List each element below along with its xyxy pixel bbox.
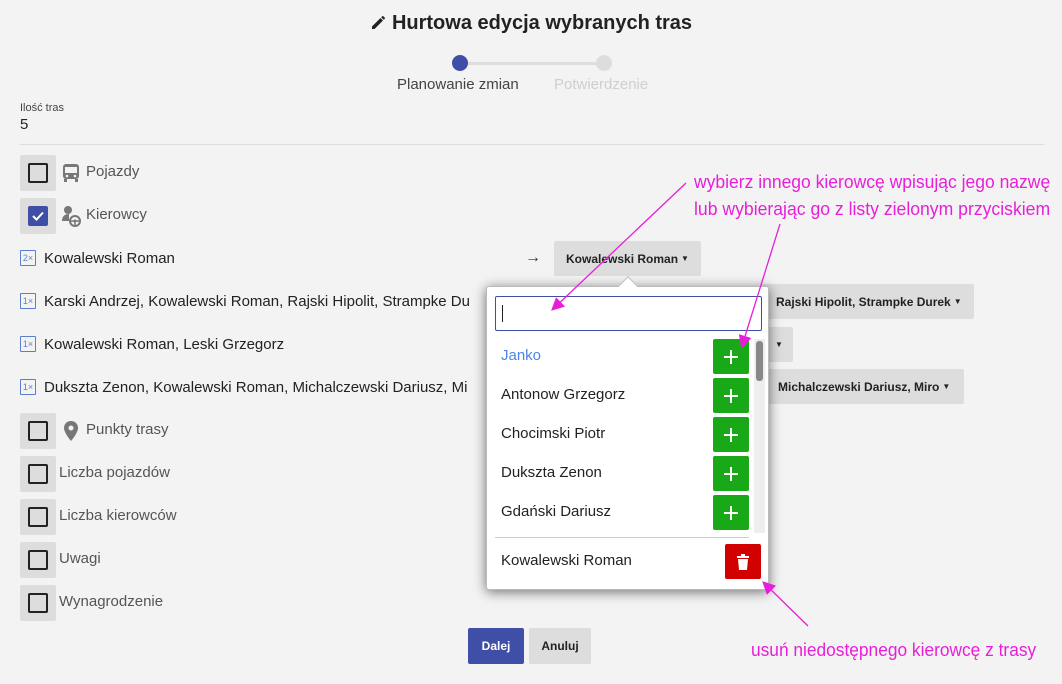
annotation-text: usuń niedostępnego kierowcę z trasy — [751, 640, 1037, 660]
checkbox-box — [28, 206, 48, 226]
driver-group-names: Dukszta Zenon, Kowalewski Roman, Michalc… — [44, 378, 468, 396]
drivers-checkbox[interactable] — [20, 198, 56, 234]
pencil-icon — [370, 13, 388, 37]
map-pin-icon — [60, 420, 82, 442]
dropdown-scrollbar[interactable] — [754, 339, 765, 533]
checkbox-box — [28, 507, 48, 527]
page-title-text: Hurtowa edycja wybranych tras — [391, 12, 693, 34]
vehicles-checkbox[interactable] — [20, 155, 56, 191]
driver-icon — [60, 205, 82, 227]
caret-down-icon: ▼ — [775, 340, 783, 349]
stepper: Planowanie zmian Potwierdzenie — [380, 52, 680, 102]
driver-group-names: Karski Andrzej, Kowalewski Roman, Rajski… — [44, 292, 470, 310]
annotation-arrow — [762, 581, 809, 627]
driver-search-input[interactable] — [495, 296, 762, 331]
driver-group-row: 1× Kowalewski Roman, Leski Grzegorz — [20, 331, 284, 357]
scrollbar-thumb[interactable] — [756, 341, 763, 381]
text-cursor — [502, 305, 503, 322]
driver-option[interactable]: Chocimski Piotr — [501, 425, 605, 442]
driver-option[interactable]: Janko — [501, 347, 541, 364]
driver-select-button[interactable]: Michalczewski Dariusz, Miro ▼ — [762, 369, 964, 404]
driver-option[interactable]: Gdański Dariusz — [501, 503, 611, 520]
bus-icon — [60, 162, 82, 184]
caret-down-icon: ▼ — [953, 297, 962, 306]
plus-icon — [724, 349, 738, 364]
count-badge: 1× — [20, 293, 36, 309]
annotation-text: wybierz innego kierowcę wpisując jego na… — [694, 172, 1051, 192]
drivers-label: Kierowcy — [86, 206, 147, 223]
count-badge: 1× — [20, 379, 36, 395]
add-driver-button[interactable] — [713, 456, 749, 491]
add-driver-button[interactable] — [713, 339, 749, 374]
route-count-value: 5 — [20, 116, 29, 133]
checkbox-box — [28, 593, 48, 613]
notes-label: Uwagi — [59, 550, 101, 567]
plus-icon — [724, 505, 738, 520]
arrow-icon: → — [525, 249, 541, 266]
pay-checkbox[interactable] — [20, 585, 56, 621]
driver-group-names: Kowalewski Roman, Leski Grzegorz — [44, 335, 285, 353]
step-1-label: Planowanie zmian — [397, 76, 519, 93]
check-icon — [32, 211, 44, 221]
checkbox-box — [28, 464, 48, 484]
driver-group-row: 1× Dukszta Zenon, Kowalewski Roman, Mich… — [20, 374, 467, 400]
plus-icon — [724, 427, 738, 442]
driver-select-button[interactable]: Rajski Hipolit, Strampke Durek ▼ — [762, 284, 974, 319]
add-driver-button[interactable] — [713, 378, 749, 413]
pay-label: Wynagrodzenie — [59, 593, 164, 610]
step-1-dot — [452, 55, 468, 71]
route-count-label: Ilość tras — [20, 102, 65, 114]
driver-option[interactable]: Dukszta Zenon — [501, 464, 602, 481]
next-button[interactable]: Dalej — [468, 628, 524, 664]
driver-select-label: Kowalewski Roman — [566, 251, 679, 266]
driver-group-row: 1× Karski Andrzej, Kowalewski Roman, Raj… — [20, 288, 470, 314]
driver-select-label: Michalczewski Dariusz, Miro — [778, 379, 940, 394]
caret-down-icon: ▼ — [942, 382, 951, 391]
annotation-text: lub wybierając go z listy zielonym przyc… — [694, 199, 1051, 219]
step-2-dot — [596, 55, 612, 71]
dropdown-separator — [495, 537, 749, 538]
add-driver-button[interactable] — [713, 495, 749, 530]
vehicle-count-checkbox[interactable] — [20, 456, 56, 492]
count-badge: 1× — [20, 336, 36, 352]
divider — [20, 144, 1044, 145]
trash-icon — [737, 553, 749, 570]
add-driver-button[interactable] — [713, 417, 749, 452]
cancel-button[interactable]: Anuluj — [529, 628, 591, 664]
plus-icon — [724, 388, 738, 403]
checkbox-box — [28, 550, 48, 570]
driver-select-label: Rajski Hipolit, Strampke Durek — [776, 294, 951, 309]
driver-group-names: Kowalewski Roman — [44, 249, 175, 267]
notes-checkbox[interactable] — [20, 542, 56, 578]
driver-count-checkbox[interactable] — [20, 499, 56, 535]
vehicles-label: Pojazdy — [86, 163, 140, 180]
checkbox-box — [28, 421, 48, 441]
vehicle-count-label: Liczba pojazdów — [59, 464, 170, 481]
caret-down-icon: ▼ — [681, 254, 689, 263]
checkbox-box — [28, 163, 48, 183]
plus-icon — [724, 466, 738, 481]
count-badge: 2× — [20, 250, 36, 266]
route-points-label: Punkty trasy — [86, 421, 169, 438]
driver-dropdown: Janko Antonow Grzegorz Chocimski Piotr D… — [486, 276, 769, 590]
stepper-line — [460, 62, 605, 65]
popover-notch — [618, 276, 638, 296]
current-driver: Kowalewski Roman — [501, 552, 632, 569]
route-points-checkbox[interactable] — [20, 413, 56, 449]
page-title: Hurtowa edycja wybranych tras — [0, 12, 1062, 37]
driver-option[interactable]: Antonow Grzegorz — [501, 386, 625, 403]
step-2-label: Potwierdzenie — [554, 76, 649, 93]
driver-group-row: 2× Kowalewski Roman — [20, 245, 175, 271]
driver-select-button[interactable]: Kowalewski Roman ▼ — [554, 241, 701, 276]
remove-driver-button[interactable] — [725, 544, 761, 579]
driver-count-label: Liczba kierowców — [59, 507, 177, 524]
